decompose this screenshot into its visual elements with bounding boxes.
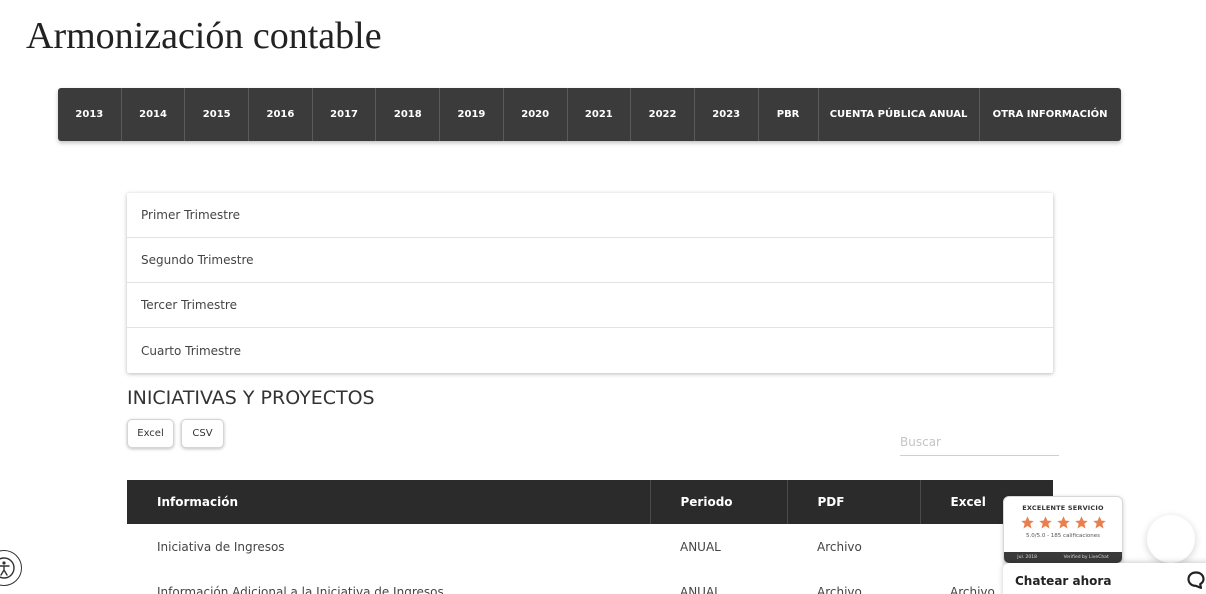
tab-year-2019[interactable]: 2019: [440, 88, 504, 141]
column-header-pdf[interactable]: PDF: [787, 480, 921, 524]
quarter-item-tercer[interactable]: Tercer Trimestre: [127, 283, 1053, 328]
pdf-file-link[interactable]: Archivo: [787, 569, 920, 594]
tab-year-2022[interactable]: 2022: [631, 88, 695, 141]
accessibility-icon[interactable]: [0, 550, 22, 586]
export-excel-button[interactable]: Excel: [127, 419, 174, 448]
tab-year-2018[interactable]: 2018: [376, 88, 441, 141]
tab-year-2020[interactable]: 2020: [504, 88, 568, 141]
rating-score: 5.0/5.0 - 185 calificaciones: [1025, 533, 1101, 539]
quarter-item-primer[interactable]: Primer Trimestre: [127, 193, 1053, 238]
star-icon: [1038, 516, 1052, 529]
tab-year-2013[interactable]: 2013: [58, 88, 122, 141]
section-title: INICIATIVAS Y PROYECTOS: [127, 387, 375, 409]
table-header-row: Información Periodo PDF Excel: [127, 480, 1053, 524]
cell-periodo: ANUAL: [680, 584, 721, 594]
cell-periodo: ANUAL: [680, 539, 721, 554]
chat-label: Chatear ahora: [1015, 574, 1112, 588]
tab-year-2014[interactable]: 2014: [122, 88, 186, 141]
column-header-periodo[interactable]: Periodo: [650, 480, 788, 524]
star-icon: [1074, 516, 1088, 529]
rating-stars: [1004, 515, 1122, 530]
export-csv-button[interactable]: CSV: [181, 419, 224, 448]
tab-year-2017[interactable]: 2017: [313, 88, 377, 141]
page-title: Armonización contable: [26, 15, 382, 57]
rating-badge-footer: Jul. 2018 Verified by LiveChat: [1004, 552, 1122, 563]
cell-informacion: Información Adicional a la Iniciativa de…: [157, 584, 444, 594]
cell-informacion: Iniciativa de Ingresos: [157, 539, 285, 554]
quarter-item-segundo[interactable]: Segundo Trimestre: [127, 238, 1053, 283]
pdf-file-link[interactable]: Archivo: [787, 524, 920, 569]
chat-icon[interactable]: [1186, 570, 1206, 590]
tab-year-2015[interactable]: 2015: [185, 88, 250, 141]
table-row: Información Adicional a la Iniciativa de…: [127, 569, 1053, 594]
search-input[interactable]: [900, 428, 1059, 456]
tab-year-2023[interactable]: 2023: [695, 88, 759, 141]
star-icon: [1092, 516, 1106, 529]
star-icon: [1056, 516, 1070, 529]
chat-widget-bar[interactable]: Chatear ahora: [1003, 563, 1206, 594]
rating-badge[interactable]: EXCELENTE SERVICIO 5.0/5.0 - 185 calific…: [1003, 496, 1123, 564]
tab-year-2021[interactable]: 2021: [568, 88, 632, 141]
documents-table: Información Periodo PDF Excel Iniciativa…: [127, 480, 1053, 594]
tab-otra-informacion[interactable]: OTRA INFORMACIÓN: [980, 88, 1121, 141]
tab-year-2016[interactable]: 2016: [249, 88, 313, 141]
rating-badge-title: EXCELENTE SERVICIO: [1022, 504, 1104, 512]
chat-bubble-button[interactable]: [1147, 515, 1195, 563]
quarter-list: Primer Trimestre Segundo Trimestre Terce…: [127, 193, 1053, 373]
rating-date: Jul. 2018: [1017, 555, 1038, 560]
star-icon: [1020, 516, 1034, 529]
tab-cuenta-publica-anual[interactable]: CUENTA PÚBLICA ANUAL: [819, 88, 980, 141]
tab-pbr[interactable]: PBR: [759, 88, 819, 141]
table-row: Iniciativa de Ingresos ANUAL Archivo: [127, 524, 1053, 569]
rating-verified: Verified by LiveChat: [1063, 555, 1109, 560]
quarter-item-cuarto[interactable]: Cuarto Trimestre: [127, 328, 1053, 373]
column-header-informacion[interactable]: Información: [127, 480, 651, 524]
year-nav: 2013 2014 2015 2016 2017 2018 2019 2020 …: [58, 88, 1121, 141]
